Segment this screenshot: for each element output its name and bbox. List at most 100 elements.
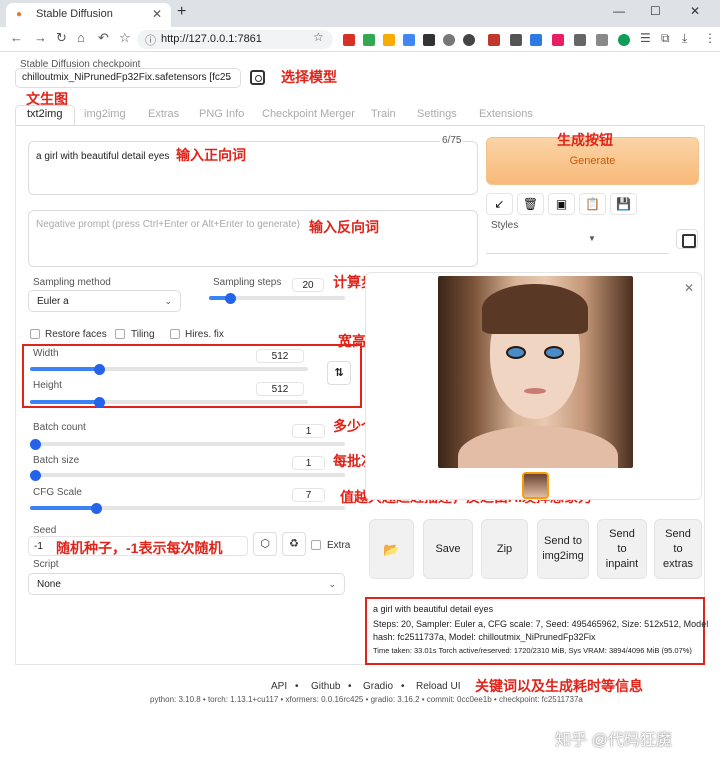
extension-icon[interactable] [596,34,608,46]
url-text: http://127.0.0.1:7861 [161,33,262,45]
back-icon[interactable]: ← [10,30,23,45]
extra-seed-checkbox[interactable] [311,540,321,550]
footer-api-link[interactable]: API [271,681,287,692]
minimize-icon[interactable]: — [613,4,625,18]
recycle-icon[interactable]: ♻ [282,532,306,556]
styles-select[interactable]: ▼ [486,230,669,254]
slider-thumb[interactable] [91,503,102,514]
hires-fix-checkbox[interactable] [170,329,180,339]
extension-icon[interactable] [488,34,500,46]
trash-icon[interactable]: 🗑 [517,193,544,215]
forward-icon[interactable]: → [34,30,47,45]
download-icon[interactable]: ⤓ [682,31,687,46]
extension-icon[interactable] [574,34,586,46]
url-field[interactable]: ⓘ http://127.0.0.1:7861 [137,30,333,49]
tab-checkpoint-merger[interactable]: Checkpoint Merger [262,108,355,120]
open-folder-icon[interactable]: 📂 [369,519,414,579]
tab-extensions[interactable]: Extensions [479,108,533,120]
save-button[interactable]: Save [423,519,473,579]
extension-icon[interactable] [510,34,522,46]
slider-thumb[interactable] [94,364,105,375]
extension-icon[interactable] [343,34,355,46]
slider-thumb[interactable] [225,293,236,304]
height-input[interactable]: 512 [256,382,304,396]
slider-thumb[interactable] [30,439,41,450]
extension-icon[interactable] [363,34,375,46]
window-close-icon[interactable]: ✕ [690,4,700,18]
width-label: Width [33,348,59,359]
read-params-icon[interactable]: ↙ [486,193,513,215]
sampling-method-select[interactable]: Euler a ⌄ [28,290,181,312]
extension-icon[interactable] [443,34,455,46]
height-slider[interactable] [30,397,308,408]
tiling-checkbox[interactable] [115,329,125,339]
restore-faces-checkbox[interactable] [30,329,40,339]
batch-size-input[interactable]: 1 [292,456,325,470]
save-label: Save [435,542,461,555]
tab-img2img[interactable]: img2img [84,108,126,120]
tab-txt2img[interactable]: txt2img [27,108,62,120]
menu-icon[interactable]: ⋮ [704,31,716,45]
extra-networks-icon[interactable]: ▣ [548,193,575,215]
footer-separator: • [295,681,299,692]
batch-size-slider[interactable] [30,470,345,481]
tab-extras[interactable]: Extras [148,108,179,120]
swap-dimensions-icon[interactable]: ⇅ [327,361,351,385]
generated-image[interactable] [438,276,633,468]
zip-button[interactable]: Zip [481,519,528,579]
prompt-text: a girl with beautiful detail eyes [36,151,170,162]
extension-icon[interactable] [463,34,475,46]
bookmark-icon[interactable]: ☆ [313,30,324,44]
close-icon[interactable]: ✕ [152,7,162,21]
cfg-scale-input[interactable]: 7 [292,488,325,502]
dice-icon[interactable]: ⬡ [253,532,277,556]
tab-search-icon[interactable]: ⧉ [661,31,670,46]
batch-count-input[interactable]: 1 [292,424,325,438]
maximize-icon[interactable]: ☐ [650,4,661,18]
send-to-inpaint-button[interactable]: Send to inpaint [597,519,647,579]
footer-gradio-link[interactable]: Gradio [363,681,393,692]
width-slider[interactable] [30,364,308,375]
extension-icon[interactable] [383,34,395,46]
send-to-img2img-button[interactable]: Send to img2img [537,519,589,579]
extension-icon[interactable] [618,34,630,46]
extension-icon[interactable] [552,34,564,46]
extension-icon[interactable] [403,34,415,46]
batch-count-slider[interactable] [30,439,345,450]
extension-icon[interactable] [530,34,542,46]
gallery-thumbnail[interactable] [522,472,549,499]
footer-github-link[interactable]: Github [311,681,340,692]
slider-thumb[interactable] [94,397,105,408]
home-icon[interactable]: ⌂ [77,30,85,45]
checkpoint-select[interactable]: chilloutmix_NiPrunedFp32Fix.safetensors … [15,68,241,88]
slider-thumb[interactable] [30,470,41,481]
browser-tab[interactable]: ● Stable Diffusion ✕ [6,3,171,27]
sampling-steps-input[interactable]: 20 [292,278,324,292]
tab-settings[interactable]: Settings [417,108,457,120]
undo-icon[interactable]: ↶ [98,30,109,46]
sampling-steps-slider[interactable] [209,293,345,304]
seed-value: -1 [34,541,43,552]
extension-icon[interactable] [423,34,435,46]
reload-icon[interactable]: ↻ [56,30,67,46]
negative-prompt-input[interactable]: Negative prompt (press Ctrl+Enter or Alt… [28,210,478,267]
batch-count-label: Batch count [33,422,86,433]
refresh-checkpoint-icon[interactable] [250,70,265,85]
star-icon[interactable]: ☆ [119,30,131,46]
footer-reload-link[interactable]: Reload UI [416,681,460,692]
extensions-icon[interactable]: ☰ [640,31,651,45]
sampling-method-value: Euler a [37,296,69,307]
tab-train[interactable]: Train [371,108,396,120]
width-input[interactable]: 512 [256,349,304,363]
save-style-icon[interactable]: 💾 [610,193,637,215]
send-to-extras-button[interactable]: Send to extras [654,519,702,579]
tab-png-info[interactable]: PNG Info [199,108,244,120]
prompt-input[interactable]: a girl with beautiful detail eyes [28,141,478,195]
clipboard-icon[interactable]: 📋 [579,193,606,215]
close-icon[interactable]: ✕ [684,281,694,295]
apply-style-icon[interactable] [676,229,698,249]
annotation-seed: 随机种子，-1表示每次随机 [56,540,223,556]
script-select[interactable]: None ⌄ [28,573,345,595]
cfg-scale-slider[interactable] [30,503,345,514]
new-tab-icon[interactable]: + [177,3,186,21]
